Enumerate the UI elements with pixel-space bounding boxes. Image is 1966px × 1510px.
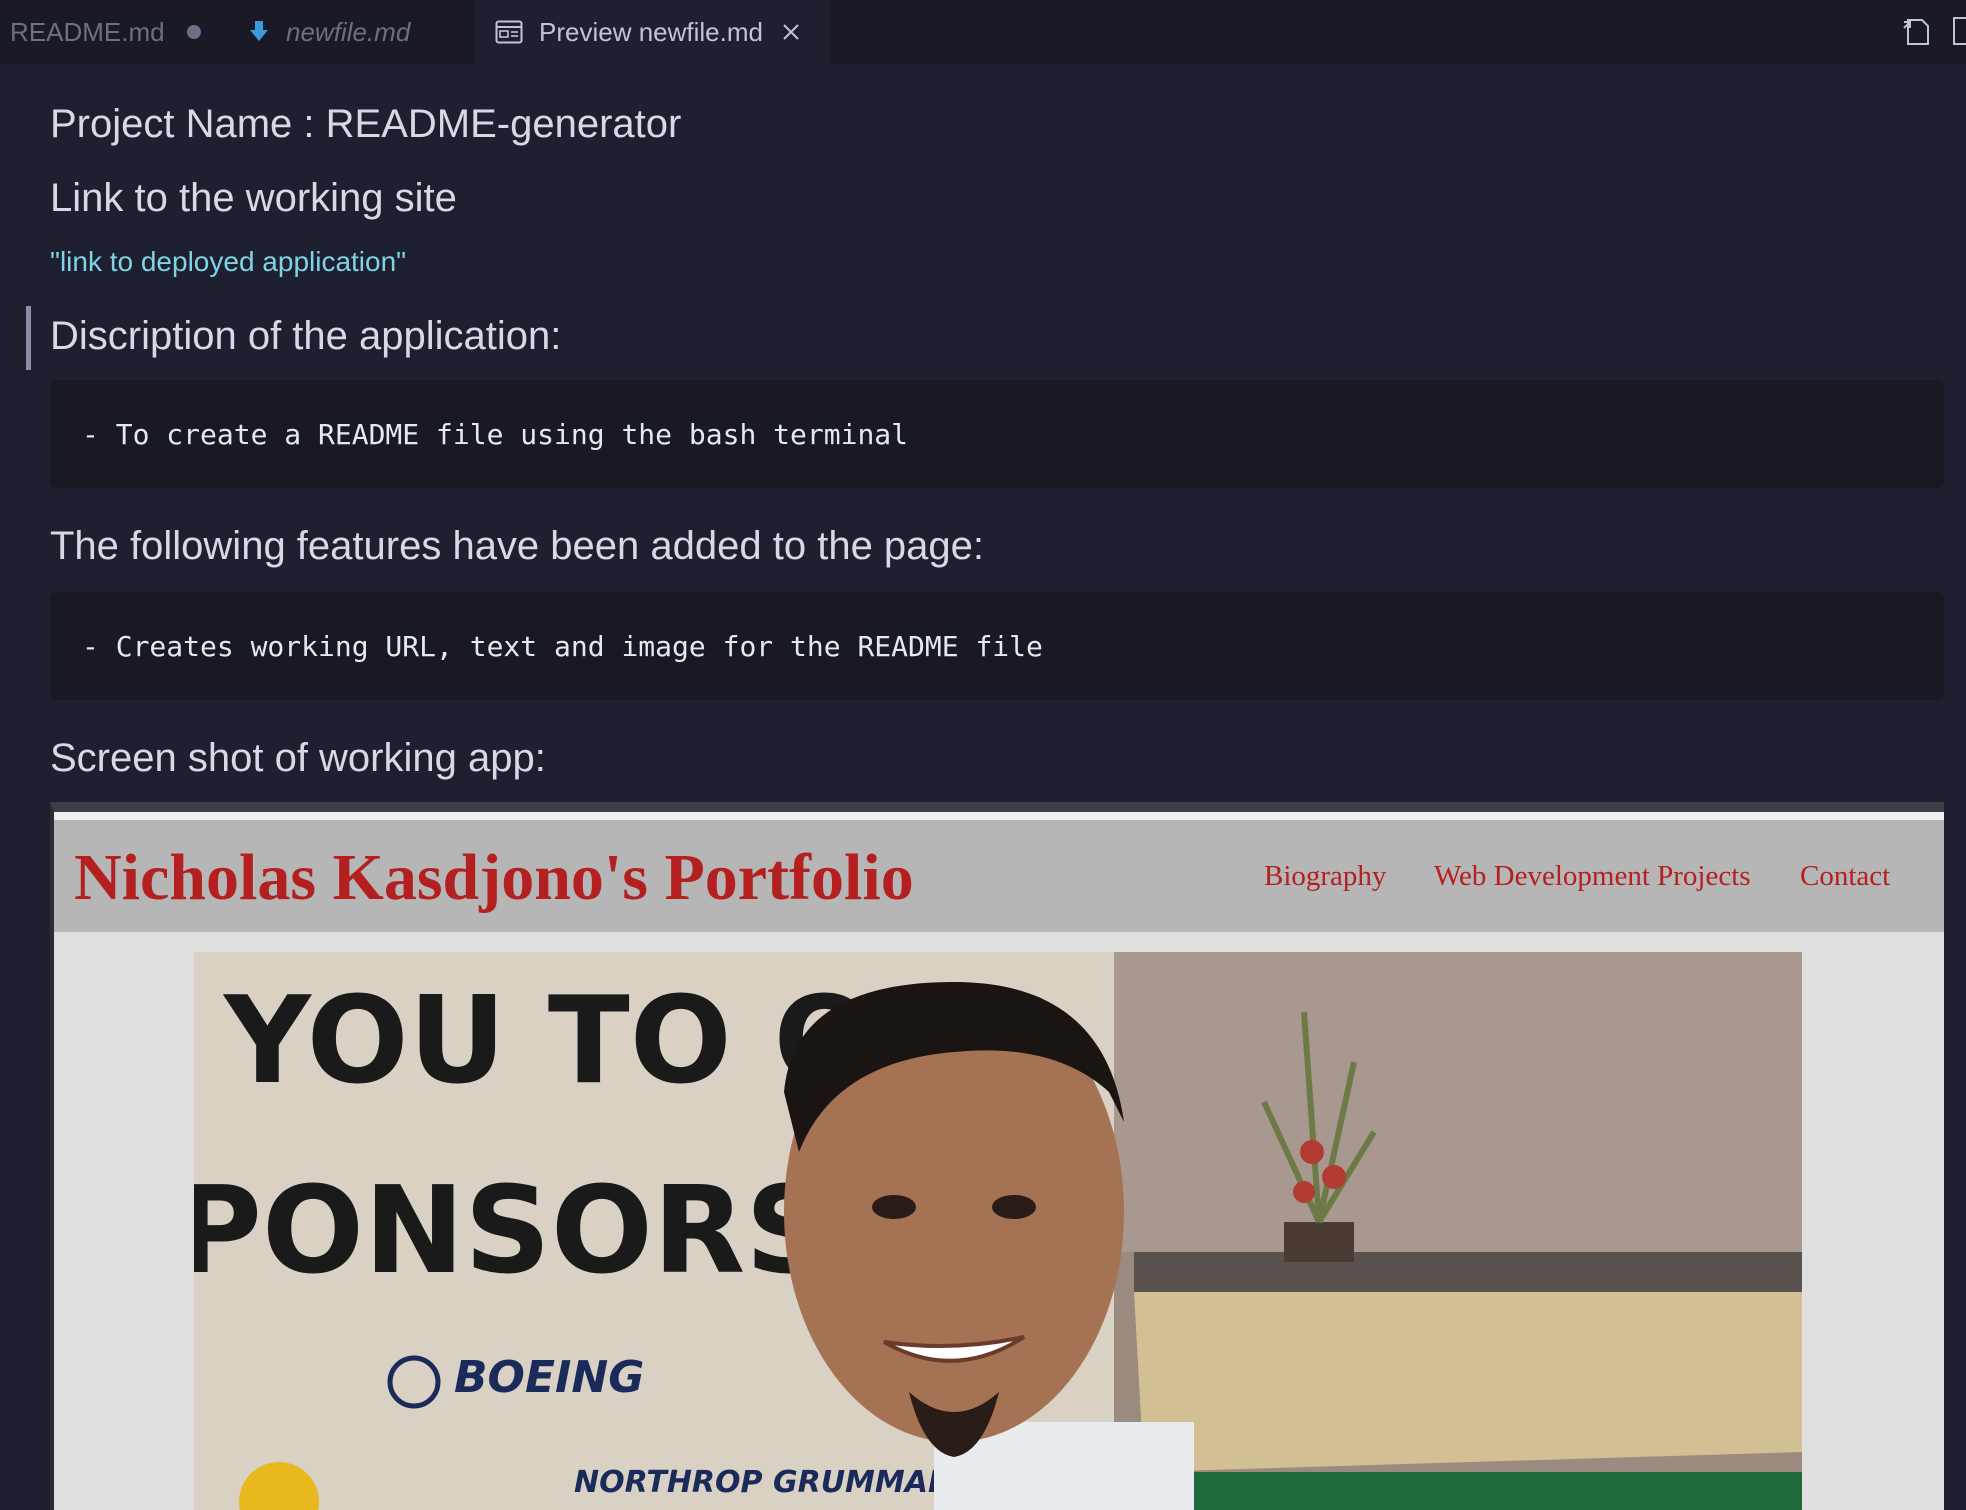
features-heading: The following features have been added t…: [50, 524, 985, 568]
sponsor-boeing: BOEING: [454, 1352, 644, 1403]
tab-newfile[interactable]: newfile.md: [240, 0, 470, 64]
nav-web-dev-projects: Web Development Projects: [1434, 860, 1751, 892]
link-heading: Link to the working site: [50, 176, 457, 220]
tab-label: Preview newfile.md: [539, 16, 763, 47]
sponsor-northrop: NORTHROP GRUMMAN: [574, 1465, 953, 1500]
tab-preview-newfile[interactable]: Preview newfile.md: [475, 0, 830, 64]
nav-biography: Biography: [1264, 860, 1387, 892]
deployed-app-link[interactable]: "link to deployed application": [50, 246, 406, 278]
app-screenshot-image: Nicholas Kasdjono's Portfolio Biography …: [50, 802, 1944, 1510]
nav-contact: Contact: [1800, 860, 1891, 892]
banner-text-line-2: PONSORS: [194, 1162, 832, 1301]
portfolio-header: Nicholas Kasdjono's Portfolio Biography …: [54, 820, 1944, 932]
preview-icon: [495, 20, 523, 44]
close-icon[interactable]: [781, 22, 801, 42]
project-name-heading: Project Name : README-generator: [50, 102, 682, 146]
split-editor-icon[interactable]: [1952, 14, 1966, 48]
tab-label: README.md: [10, 16, 165, 47]
screenshot-top-strip: [54, 812, 1944, 820]
portfolio-photo: YOU TO OUR PONSORS BOEING NORTHROP GRUMM…: [194, 952, 1802, 1510]
features-code-block: - Creates working URL, text and image fo…: [50, 592, 1944, 700]
markdown-download-icon: [248, 19, 270, 45]
screenshot-heading: Screen shot of working app:: [50, 736, 546, 780]
markdown-preview: Project Name : README-generator Link to …: [0, 64, 1966, 1510]
tab-label: newfile.md: [286, 16, 411, 47]
tab-readme[interactable]: README.md: [0, 0, 230, 64]
description-heading: Discription of the application:: [50, 314, 562, 358]
description-code-block: - To create a README file using the bash…: [50, 380, 1944, 488]
open-source-icon[interactable]: [1902, 14, 1932, 48]
active-line-marker: [26, 306, 31, 370]
portfolio-title: Nicholas Kasdjono's Portfolio: [74, 841, 914, 914]
editor-tab-bar: README.md newfile.md Preview newfile.md: [0, 0, 1966, 64]
unsaved-dot-icon[interactable]: [186, 25, 201, 39]
